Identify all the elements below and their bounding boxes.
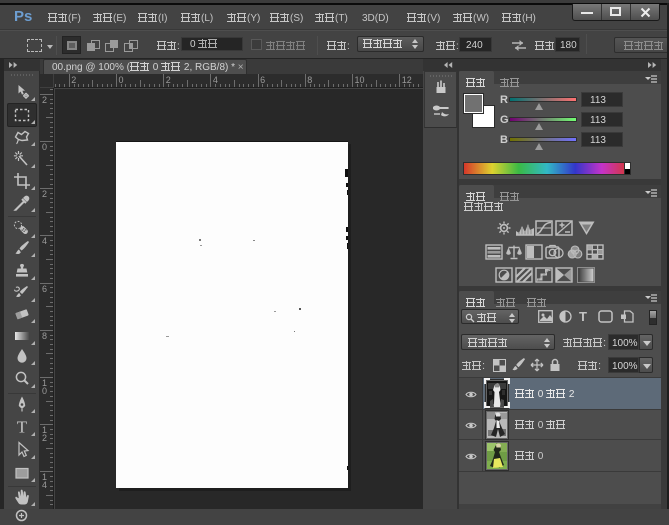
svg-text:T: T bbox=[17, 418, 28, 436]
